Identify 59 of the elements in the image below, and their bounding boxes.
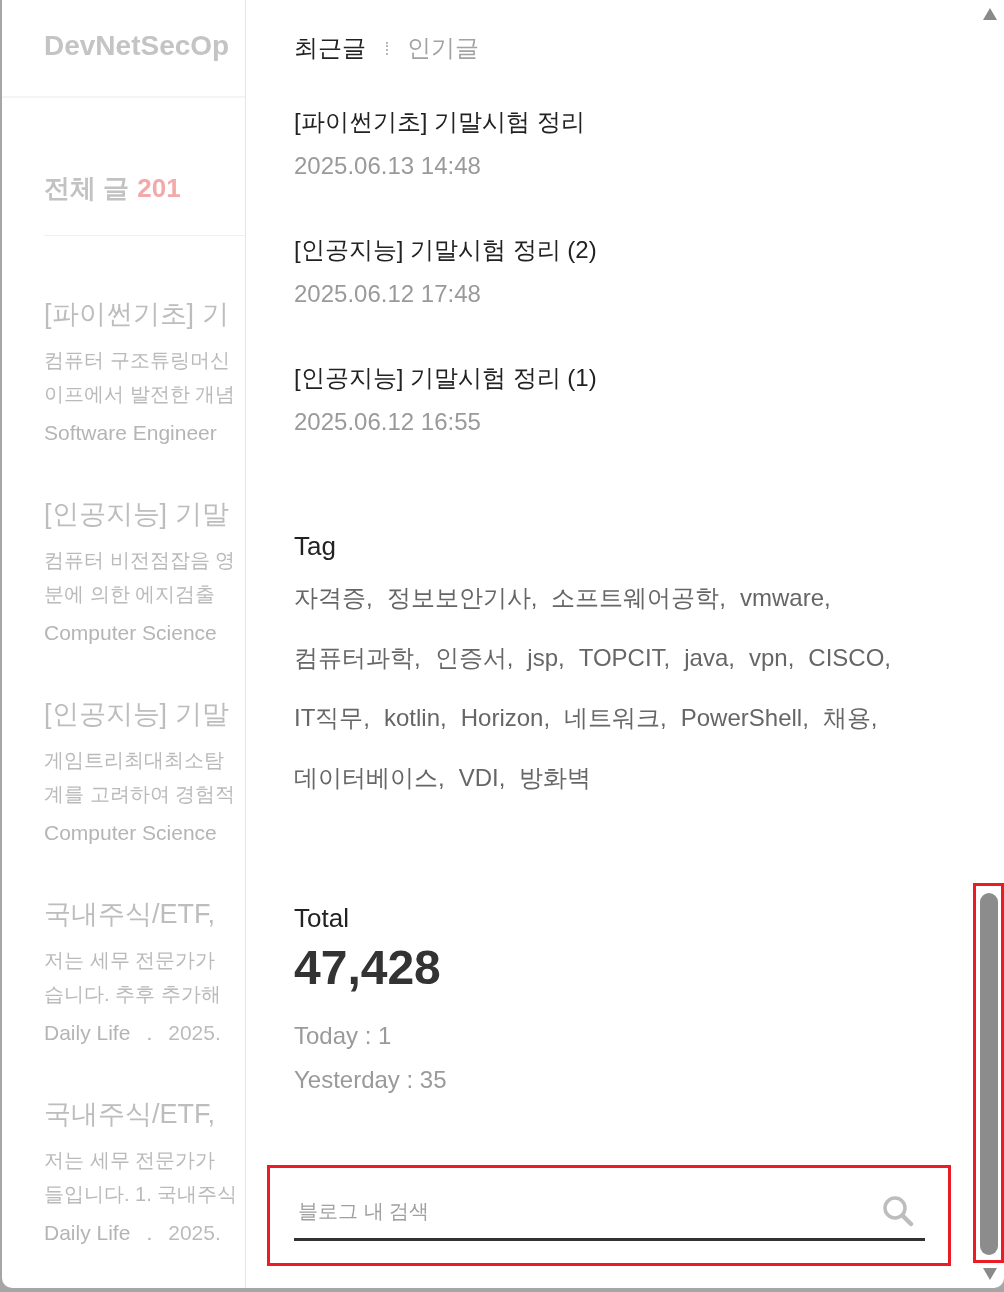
tag-link[interactable]: TOPCIT, bbox=[578, 628, 671, 688]
tag-link[interactable]: vpn, bbox=[749, 628, 795, 688]
blog-title: DevNetSecOp bbox=[44, 29, 230, 63]
recent-post-date: 2025.06.12 16:55 bbox=[294, 407, 482, 437]
tag-link[interactable]: 자격증, bbox=[294, 568, 373, 628]
tab[interactable]: 최근글 bbox=[294, 30, 366, 66]
tag-link[interactable]: PowerShell, bbox=[680, 688, 809, 748]
recent-post-link[interactable]: [인공지능] 기말시험 정리 (1) bbox=[294, 360, 925, 396]
tag-link[interactable]: IT직무, bbox=[294, 688, 370, 748]
triangle-down-icon[interactable] bbox=[982, 1268, 997, 1280]
post-category: Computer Science bbox=[44, 620, 217, 646]
post-category: Daily Life bbox=[44, 1020, 131, 1046]
tag-link[interactable]: 소프트웨어공학, bbox=[551, 568, 726, 628]
tag-link[interactable]: Horizon, bbox=[460, 688, 551, 748]
meta-separator: . bbox=[146, 1220, 153, 1246]
recent-post-link[interactable]: [인공지능] 기말시험 정리 (2) bbox=[294, 232, 925, 268]
post-date: 2025. bbox=[168, 1220, 221, 1246]
recent-post-link[interactable]: [파이썬기초] 기말시험 정리 bbox=[294, 104, 925, 140]
tag-heading: Tag bbox=[294, 530, 337, 563]
post-category: Software Engineer bbox=[44, 420, 217, 446]
recent-post-date: 2025.06.12 17:48 bbox=[294, 279, 482, 309]
post-title: [인공지능] 기말 bbox=[44, 498, 230, 531]
tag-link[interactable]: 정보보안기사, bbox=[386, 568, 538, 628]
meta-separator: . bbox=[146, 1020, 153, 1046]
tag-link[interactable]: CISCO, bbox=[808, 628, 892, 688]
post-count-number: 201 bbox=[137, 172, 181, 204]
tag-link[interactable]: kotlin, bbox=[384, 688, 447, 748]
post-excerpt: 컴퓨터 구조튜링머신 이프에서 발전한 개념 bbox=[44, 348, 237, 407]
post-title: 국내주식/ETF, bbox=[44, 898, 216, 931]
post-count-label: 전체 글 bbox=[44, 172, 130, 204]
triangle-up-icon[interactable] bbox=[982, 8, 997, 20]
tag-link[interactable]: jsp, bbox=[527, 628, 565, 688]
post-category: Daily Life bbox=[44, 1220, 131, 1246]
visit-total-count: 47,428 bbox=[294, 940, 442, 996]
post-excerpt: 저는 세무 전문가가 습니다. 추후 추가해 bbox=[44, 948, 222, 1007]
search-icon[interactable] bbox=[882, 1195, 914, 1227]
tag-link[interactable]: 네트워크, bbox=[564, 688, 667, 748]
post-excerpt: 저는 세무 전문가가 들입니다. 1. 국내주식 bbox=[44, 1148, 239, 1207]
search-field[interactable]: 블로그 내 검색 bbox=[294, 1189, 925, 1241]
post-excerpt: 게임트리최대최소탐 계를 고려하여 경험적 bbox=[44, 748, 237, 807]
post-title: [파이썬기초] 기 bbox=[44, 298, 230, 331]
tag-link[interactable]: 컴퓨터과학, bbox=[294, 628, 421, 688]
tag-link[interactable]: 데이터베이스, bbox=[294, 748, 445, 808]
post-title: 국내주식/ETF, bbox=[44, 1098, 216, 1131]
post-title: [인공지능] 기말 bbox=[44, 698, 230, 731]
post-category: Computer Science bbox=[44, 820, 217, 846]
tag-link[interactable]: 방화벽 bbox=[519, 748, 592, 808]
recent-post-date: 2025.06.13 14:48 bbox=[294, 151, 482, 181]
post-excerpt: 컴퓨터 비전점잡음 영 분에 의한 에지검출 bbox=[44, 548, 237, 607]
tag-link[interactable]: 채용, bbox=[822, 688, 878, 748]
tag-link[interactable]: vmware, bbox=[740, 568, 831, 628]
tag-link[interactable]: VDI, bbox=[458, 748, 506, 808]
post-date: 2025. bbox=[168, 1020, 221, 1046]
tag-link[interactable]: java, bbox=[684, 628, 735, 688]
visit-stat: Today : 1 bbox=[294, 1021, 393, 1051]
visit-total-label: Total bbox=[294, 902, 350, 935]
visit-stat: Yesterday : 35 bbox=[294, 1065, 448, 1095]
scrollbar-thumb[interactable] bbox=[980, 893, 998, 1255]
tag-link[interactable]: 인증서, bbox=[434, 628, 514, 688]
